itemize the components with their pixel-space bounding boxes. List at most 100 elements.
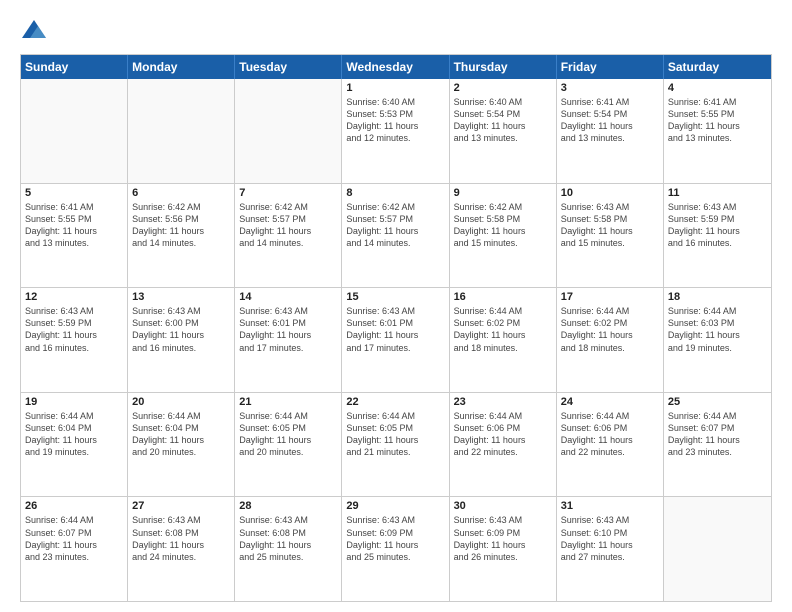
- day-number: 31: [561, 500, 659, 512]
- day-cell: 26 Sunrise: 6:44 AMSunset: 6:07 PMDayligh…: [21, 497, 128, 601]
- week-row: 1Sunrise: 6:40 AMSunset: 5:53 PMDaylight…: [21, 79, 771, 183]
- day-info: Sunrise: 6:44 AMSunset: 6:03 PMDaylight:…: [668, 305, 767, 354]
- day-cell: 9 Sunrise: 6:42 AMSunset: 5:58 PMDaylight…: [450, 184, 557, 288]
- day-cell: 25 Sunrise: 6:44 AMSunset: 6:07 PMDayligh…: [664, 393, 771, 497]
- day-number: 12: [25, 291, 123, 303]
- day-header-tuesday: Tuesday: [235, 55, 342, 79]
- day-info: Sunrise: 6:42 AMSunset: 5:58 PMDaylight:…: [454, 201, 552, 250]
- day-info: Sunrise: 6:44 AMSunset: 6:02 PMDaylight:…: [561, 305, 659, 354]
- day-cell: 7 Sunrise: 6:42 AMSunset: 5:57 PMDaylight…: [235, 184, 342, 288]
- day-header-saturday: Saturday: [664, 55, 771, 79]
- day-number: 1: [346, 82, 444, 94]
- day-cell: 8 Sunrise: 6:42 AMSunset: 5:57 PMDaylight…: [342, 184, 449, 288]
- day-number: 11: [668, 187, 767, 199]
- day-number: 28: [239, 500, 337, 512]
- day-header-friday: Friday: [557, 55, 664, 79]
- day-cell: [128, 79, 235, 183]
- day-number: 30: [454, 500, 552, 512]
- day-cell: 11 Sunrise: 6:43 AMSunset: 5:59 PMDayligh…: [664, 184, 771, 288]
- day-number: 22: [346, 396, 444, 408]
- day-headers: SundayMondayTuesdayWednesdayThursdayFrid…: [21, 55, 771, 79]
- day-cell: 28 Sunrise: 6:43 AMSunset: 6:08 PMDayligh…: [235, 497, 342, 601]
- day-cell: 18 Sunrise: 6:44 AMSunset: 6:03 PMDayligh…: [664, 288, 771, 392]
- day-info: Sunrise: 6:41 AMSunset: 5:55 PMDaylight:…: [668, 96, 767, 145]
- day-header-sunday: Sunday: [21, 55, 128, 79]
- day-cell: 1Sunrise: 6:40 AMSunset: 5:53 PMDaylight…: [342, 79, 449, 183]
- day-cell: 10Sunrise: 6:43 AMSunset: 5:58 PMDayligh…: [557, 184, 664, 288]
- page: SundayMondayTuesdayWednesdayThursdayFrid…: [0, 0, 792, 612]
- day-info: Sunrise: 6:44 AMSunset: 6:06 PMDaylight:…: [561, 410, 659, 459]
- day-cell: 19 Sunrise: 6:44 AMSunset: 6:04 PMDayligh…: [21, 393, 128, 497]
- day-number: 2: [454, 82, 552, 94]
- day-cell: 29Sunrise: 6:43 AMSunset: 6:09 PMDayligh…: [342, 497, 449, 601]
- calendar: SundayMondayTuesdayWednesdayThursdayFrid…: [20, 54, 772, 602]
- day-cell: 15Sunrise: 6:43 AMSunset: 6:01 PMDayligh…: [342, 288, 449, 392]
- day-info: Sunrise: 6:43 AMSunset: 6:01 PMDaylight:…: [239, 305, 337, 354]
- day-info: Sunrise: 6:43 AMSunset: 6:08 PMDaylight:…: [239, 514, 337, 563]
- day-info: Sunrise: 6:44 AMSunset: 6:02 PMDaylight:…: [454, 305, 552, 354]
- day-number: 14: [239, 291, 337, 303]
- day-header-wednesday: Wednesday: [342, 55, 449, 79]
- day-info: Sunrise: 6:44 AMSunset: 6:07 PMDaylight:…: [25, 514, 123, 563]
- day-cell: 27 Sunrise: 6:43 AMSunset: 6:08 PMDayligh…: [128, 497, 235, 601]
- day-number: 25: [668, 396, 767, 408]
- day-info: Sunrise: 6:43 AMSunset: 6:08 PMDaylight:…: [132, 514, 230, 563]
- day-number: 7: [239, 187, 337, 199]
- day-info: Sunrise: 6:44 AMSunset: 6:05 PMDaylight:…: [239, 410, 337, 459]
- day-number: 6: [132, 187, 230, 199]
- day-number: 17: [561, 291, 659, 303]
- day-header-monday: Monday: [128, 55, 235, 79]
- day-header-thursday: Thursday: [450, 55, 557, 79]
- day-info: Sunrise: 6:43 AMSunset: 6:09 PMDaylight:…: [346, 514, 444, 563]
- day-number: 23: [454, 396, 552, 408]
- day-cell: 21Sunrise: 6:44 AMSunset: 6:05 PMDayligh…: [235, 393, 342, 497]
- day-cell: [21, 79, 128, 183]
- day-cell: 14 Sunrise: 6:43 AMSunset: 6:01 PMDayligh…: [235, 288, 342, 392]
- day-number: 18: [668, 291, 767, 303]
- day-cell: 20 Sunrise: 6:44 AMSunset: 6:04 PMDayligh…: [128, 393, 235, 497]
- day-cell: 5 Sunrise: 6:41 AMSunset: 5:55 PMDaylight…: [21, 184, 128, 288]
- day-info: Sunrise: 6:44 AMSunset: 6:07 PMDaylight:…: [668, 410, 767, 459]
- week-row: 12Sunrise: 6:43 AMSunset: 5:59 PMDayligh…: [21, 287, 771, 392]
- day-cell: 31 Sunrise: 6:43 AMSunset: 6:10 PMDayligh…: [557, 497, 664, 601]
- day-number: 3: [561, 82, 659, 94]
- day-info: Sunrise: 6:40 AMSunset: 5:54 PMDaylight:…: [454, 96, 552, 145]
- day-cell: 17 Sunrise: 6:44 AMSunset: 6:02 PMDayligh…: [557, 288, 664, 392]
- day-cell: 23 Sunrise: 6:44 AMSunset: 6:06 PMDayligh…: [450, 393, 557, 497]
- day-number: 5: [25, 187, 123, 199]
- day-info: Sunrise: 6:41 AMSunset: 5:55 PMDaylight:…: [25, 201, 123, 250]
- week-row: 26 Sunrise: 6:44 AMSunset: 6:07 PMDayligh…: [21, 496, 771, 601]
- day-info: Sunrise: 6:42 AMSunset: 5:57 PMDaylight:…: [346, 201, 444, 250]
- day-info: Sunrise: 6:43 AMSunset: 5:59 PMDaylight:…: [668, 201, 767, 250]
- day-info: Sunrise: 6:44 AMSunset: 6:06 PMDaylight:…: [454, 410, 552, 459]
- day-cell: 4Sunrise: 6:41 AMSunset: 5:55 PMDaylight…: [664, 79, 771, 183]
- day-info: Sunrise: 6:42 AMSunset: 5:56 PMDaylight:…: [132, 201, 230, 250]
- day-info: Sunrise: 6:43 AMSunset: 6:09 PMDaylight:…: [454, 514, 552, 563]
- day-cell: 13 Sunrise: 6:43 AMSunset: 6:00 PMDayligh…: [128, 288, 235, 392]
- day-number: 9: [454, 187, 552, 199]
- logo: [20, 16, 52, 44]
- day-info: Sunrise: 6:43 AMSunset: 6:10 PMDaylight:…: [561, 514, 659, 563]
- day-number: 8: [346, 187, 444, 199]
- week-row: 5 Sunrise: 6:41 AMSunset: 5:55 PMDaylight…: [21, 183, 771, 288]
- day-number: 26: [25, 500, 123, 512]
- day-number: 20: [132, 396, 230, 408]
- day-cell: 24 Sunrise: 6:44 AMSunset: 6:06 PMDayligh…: [557, 393, 664, 497]
- day-number: 16: [454, 291, 552, 303]
- day-number: 15: [346, 291, 444, 303]
- day-number: 13: [132, 291, 230, 303]
- day-info: Sunrise: 6:43 AMSunset: 5:58 PMDaylight:…: [561, 201, 659, 250]
- day-number: 19: [25, 396, 123, 408]
- day-cell: 22Sunrise: 6:44 AMSunset: 6:05 PMDayligh…: [342, 393, 449, 497]
- day-info: Sunrise: 6:44 AMSunset: 6:04 PMDaylight:…: [132, 410, 230, 459]
- logo-icon: [20, 16, 48, 44]
- day-cell: [235, 79, 342, 183]
- day-info: Sunrise: 6:42 AMSunset: 5:57 PMDaylight:…: [239, 201, 337, 250]
- day-cell: 3 Sunrise: 6:41 AMSunset: 5:54 PMDaylight…: [557, 79, 664, 183]
- day-info: Sunrise: 6:41 AMSunset: 5:54 PMDaylight:…: [561, 96, 659, 145]
- day-number: 24: [561, 396, 659, 408]
- day-cell: 2 Sunrise: 6:40 AMSunset: 5:54 PMDaylight…: [450, 79, 557, 183]
- day-info: Sunrise: 6:43 AMSunset: 6:00 PMDaylight:…: [132, 305, 230, 354]
- day-info: Sunrise: 6:44 AMSunset: 6:04 PMDaylight:…: [25, 410, 123, 459]
- day-number: 27: [132, 500, 230, 512]
